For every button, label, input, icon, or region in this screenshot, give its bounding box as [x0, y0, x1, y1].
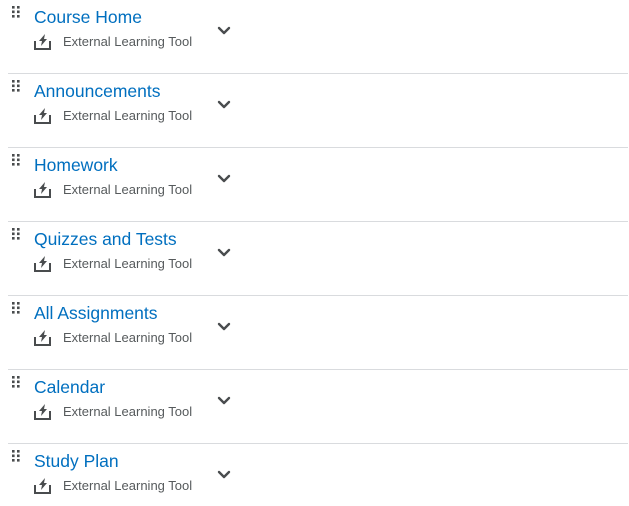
drag-handle-icon[interactable]: [11, 227, 21, 243]
external-tool-icon: [34, 477, 52, 495]
list-item: All Assignments External Learning Tool: [8, 296, 628, 370]
chevron-down-icon[interactable]: [212, 240, 236, 264]
chevron-down-icon[interactable]: [212, 92, 236, 116]
item-title-link[interactable]: Announcements: [34, 80, 160, 102]
item-type-label: External Learning Tool: [63, 478, 193, 493]
drag-handle-icon[interactable]: [11, 449, 21, 465]
item-title-link[interactable]: Study Plan: [34, 450, 119, 472]
chevron-down-icon[interactable]: [212, 18, 236, 42]
list-item: Course Home External Learning Tool: [8, 0, 628, 74]
item-title-link[interactable]: Quizzes and Tests: [34, 228, 177, 250]
list-item: Calendar External Learning Tool: [8, 370, 628, 444]
item-type-label: External Learning Tool: [63, 108, 193, 123]
drag-handle-icon[interactable]: [11, 301, 21, 317]
drag-handle-icon[interactable]: [11, 79, 21, 95]
drag-handle-icon[interactable]: [11, 153, 21, 169]
list-item: Announcements External Learning Tool: [8, 74, 628, 148]
chevron-down-icon[interactable]: [212, 166, 236, 190]
drag-handle-icon[interactable]: [11, 375, 21, 391]
item-type-label: External Learning Tool: [63, 256, 193, 271]
external-tool-icon: [34, 403, 52, 421]
item-type-label: External Learning Tool: [63, 182, 193, 197]
item-type-label: External Learning Tool: [63, 330, 193, 345]
list-item: Quizzes and Tests External Learning Tool: [8, 222, 628, 296]
item-type-label: External Learning Tool: [63, 404, 193, 419]
external-tool-icon: [34, 181, 52, 199]
external-tool-icon: [34, 329, 52, 347]
external-tool-icon: [34, 33, 52, 51]
item-title-link[interactable]: Calendar: [34, 376, 105, 398]
module-list: Course Home External Learning Tool Annou…: [0, 0, 629, 506]
list-item: Homework External Learning Tool: [8, 148, 628, 222]
list-item: Study Plan External Learning Tool: [8, 444, 628, 506]
item-title-link[interactable]: Course Home: [34, 6, 142, 28]
item-type-label: External Learning Tool: [63, 34, 193, 49]
external-tool-icon: [34, 255, 52, 273]
external-tool-icon: [34, 107, 52, 125]
chevron-down-icon[interactable]: [212, 314, 236, 338]
chevron-down-icon[interactable]: [212, 462, 236, 486]
item-title-link[interactable]: Homework: [34, 154, 118, 176]
item-title-link[interactable]: All Assignments: [34, 302, 158, 324]
drag-handle-icon[interactable]: [11, 5, 21, 21]
chevron-down-icon[interactable]: [212, 388, 236, 412]
